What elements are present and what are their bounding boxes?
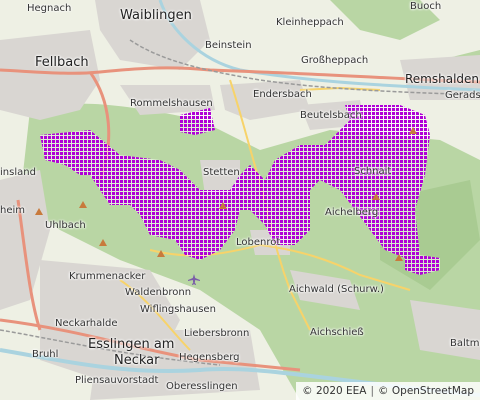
place-label-schnait: Schnait xyxy=(354,166,392,177)
place-label-pliensauvorstadt: Pliensauvorstadt xyxy=(75,375,159,386)
map-viewport[interactable]: Waiblingen Buoch Hegnach Kleinheppach Fe… xyxy=(0,0,480,400)
place-label-hegensberg: Hegensberg xyxy=(179,352,240,363)
place-label-esslingen: Esslingen am xyxy=(88,337,175,352)
place-label-krummenacker: Krummenacker xyxy=(69,271,146,282)
place-label-grossheppach: Großheppach xyxy=(301,55,369,66)
map-attribution: © 2020 EEA | © OpenStreetMap xyxy=(296,382,480,400)
place-label-baltma: Baltma xyxy=(450,338,480,349)
place-label-neckarhalde: Neckarhalde xyxy=(55,318,118,329)
place-label-uhlbach: Uhlbach xyxy=(45,220,86,231)
place-label-heim: heim xyxy=(0,205,26,216)
attribution-separator: | xyxy=(370,385,375,397)
place-label-wiflingshausen: Wiflingshausen xyxy=(140,304,216,315)
place-label-stetten: Stetten xyxy=(203,167,240,178)
place-label-waiblingen: Waiblingen xyxy=(120,8,192,23)
place-label-aichwald: Aichwald (Schurw.) xyxy=(289,284,384,295)
place-label-hegnach: Hegnach xyxy=(27,3,72,14)
place-label-kleinheppach: Kleinheppach xyxy=(276,17,344,28)
place-label-fellbach: Fellbach xyxy=(35,55,89,70)
place-label-beinstein: Beinstein xyxy=(205,40,252,51)
place-label-buoch: Buoch xyxy=(410,1,442,12)
place-label-lobenrot: Lobenrot xyxy=(236,237,281,248)
place-label-aichschiess: Aichschieß xyxy=(310,327,364,338)
place-label-liebersbronn: Liebersbronn xyxy=(184,328,250,339)
place-label-gerads: Gerads xyxy=(445,90,480,101)
place-label-remshalden: Remshalden xyxy=(405,72,480,86)
place-label-insland: insland xyxy=(0,167,36,178)
place-label-aichelberg: Aichelberg xyxy=(325,207,379,218)
place-label-endersbach: Endersbach xyxy=(253,89,312,100)
place-label-neckar: Neckar xyxy=(114,353,160,368)
attribution-osm-link[interactable]: © OpenStreetMap xyxy=(378,385,474,397)
place-label-rommelshausen: Rommelshausen xyxy=(130,98,213,109)
place-label-bruhl: Bruhl xyxy=(32,349,59,360)
place-label-waldenbronn: Waldenbronn xyxy=(125,287,192,298)
place-label-oberesslingen: Oberesslingen xyxy=(166,381,238,392)
place-label-beutelsbach: Beutelsbach xyxy=(300,110,362,121)
attribution-eea-link[interactable]: © 2020 EEA xyxy=(302,385,366,397)
